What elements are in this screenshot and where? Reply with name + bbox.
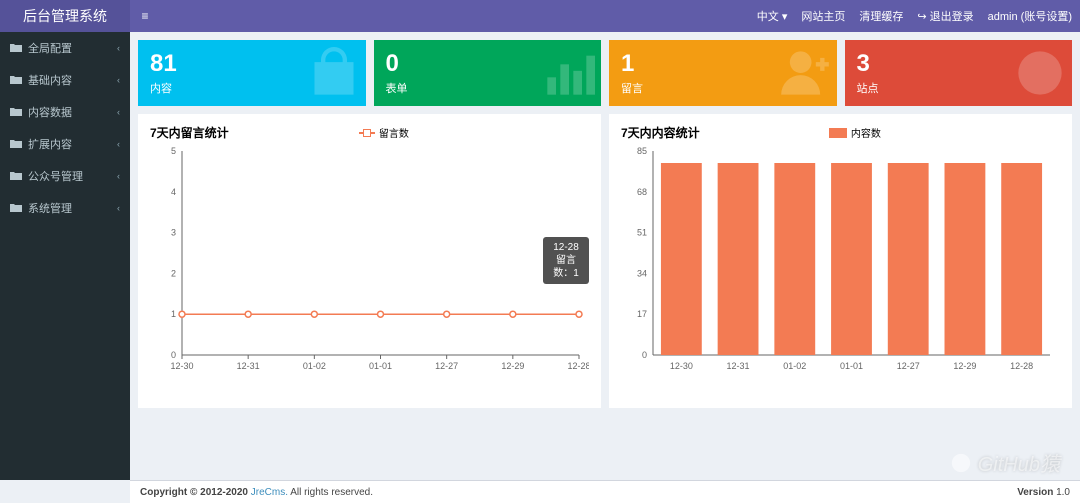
svg-text:5: 5 bbox=[171, 146, 176, 156]
sidebar-item-2[interactable]: 内容数据 ‹ bbox=[0, 96, 130, 128]
wechat-icon bbox=[950, 452, 972, 474]
stat-row: 81内容0表单1留言3站点 bbox=[138, 40, 1072, 106]
svg-text:1: 1 bbox=[171, 309, 176, 319]
folder-icon bbox=[10, 139, 22, 149]
clear-cache-link[interactable]: 清理缓存 bbox=[859, 8, 903, 24]
sidebar: 全局配置 ‹ 基础内容 ‹ 内容数据 ‹ 扩展内容 ‹ 公众号管理 ‹ 系统管理 ‹ bbox=[0, 32, 130, 480]
sidebar-label: 系统管理 bbox=[28, 200, 72, 216]
bag-icon bbox=[308, 47, 360, 99]
svg-text:12-29: 12-29 bbox=[953, 361, 976, 371]
account-link[interactable]: admin (账号设置) bbox=[988, 8, 1072, 24]
svg-text:12-30: 12-30 bbox=[670, 361, 693, 371]
bar-chart: 0 17 34 51 68 85 12-30 12-31 01-02 01-01 12-27 12-2… bbox=[621, 145, 1060, 375]
sidebar-item-3[interactable]: 扩展内容 ‹ bbox=[0, 128, 130, 160]
chevron-left-icon: ‹ bbox=[117, 75, 120, 85]
user-icon bbox=[779, 47, 831, 99]
sidebar-item-1[interactable]: 基础内容 ‹ bbox=[0, 64, 130, 96]
line-chart: 0 1 2 3 4 5 12-30 12-31 01-02 01-01 12-27 12-29 12-2… bbox=[150, 145, 589, 375]
chart-legend[interactable]: 留言数 bbox=[359, 125, 409, 140]
logout-link[interactable]: ↪ 退出登录 bbox=[917, 8, 973, 24]
sidebar-label: 扩展内容 bbox=[28, 136, 72, 152]
main-content: 81内容0表单1留言3站点 7天内留言统计 留言数 01234512-3012-… bbox=[130, 32, 1080, 480]
folder-icon bbox=[10, 75, 22, 85]
stat-card-0[interactable]: 81内容 bbox=[138, 40, 366, 106]
svg-text:3: 3 bbox=[171, 228, 176, 238]
stat-card-2[interactable]: 1留言 bbox=[609, 40, 837, 106]
stat-card-1[interactable]: 0表单 bbox=[374, 40, 602, 106]
sidebar-label: 内容数据 bbox=[28, 104, 72, 120]
copyright: Copyright © 2012-2020 JreCms. All rights… bbox=[140, 487, 373, 498]
sidebar-item-4[interactable]: 公众号管理 ‹ bbox=[0, 160, 130, 192]
chevron-left-icon: ‹ bbox=[117, 43, 120, 53]
folder-icon bbox=[10, 171, 22, 181]
chart-tooltip: 12-28留言数：1 bbox=[543, 237, 589, 284]
svg-text:01-02: 01-02 bbox=[783, 361, 806, 371]
svg-text:4: 4 bbox=[171, 187, 176, 197]
svg-text:2: 2 bbox=[171, 268, 176, 278]
pie-icon bbox=[1014, 47, 1066, 99]
top-header: 后台管理系统 ≡ 中文 ▾ 网站主页 清理缓存 ↪ 退出登录 admin (账号… bbox=[0, 0, 1080, 32]
svg-text:01-02: 01-02 bbox=[303, 361, 326, 371]
svg-text:12-28: 12-28 bbox=[567, 361, 589, 371]
home-link[interactable]: 网站主页 bbox=[801, 8, 845, 24]
sidebar-label: 基础内容 bbox=[28, 72, 72, 88]
bars-icon bbox=[543, 51, 595, 95]
chart-title: 7天内留言统计 bbox=[150, 124, 229, 141]
svg-text:01-01: 01-01 bbox=[369, 361, 392, 371]
svg-text:51: 51 bbox=[637, 228, 647, 238]
chevron-left-icon: ‹ bbox=[117, 139, 120, 149]
svg-text:12-31: 12-31 bbox=[727, 361, 750, 371]
sidebar-item-0[interactable]: 全局配置 ‹ bbox=[0, 32, 130, 64]
lang-select[interactable]: 中文 ▾ bbox=[757, 8, 788, 24]
svg-text:12-28: 12-28 bbox=[1010, 361, 1033, 371]
svg-text:12-30: 12-30 bbox=[170, 361, 193, 371]
sidebar-label: 全局配置 bbox=[28, 40, 72, 56]
legend-line-icon bbox=[359, 132, 375, 134]
svg-text:12-27: 12-27 bbox=[435, 361, 458, 371]
svg-text:68: 68 bbox=[637, 187, 647, 197]
chevron-left-icon: ‹ bbox=[117, 107, 120, 117]
svg-text:34: 34 bbox=[637, 268, 647, 278]
svg-text:01-01: 01-01 bbox=[840, 361, 863, 371]
svg-text:0: 0 bbox=[171, 350, 176, 360]
chart-row: 7天内留言统计 留言数 01234512-3012-3101-0201-0112… bbox=[138, 114, 1072, 408]
header-nav: 中文 ▾ 网站主页 清理缓存 ↪ 退出登录 admin (账号设置) bbox=[757, 8, 1072, 24]
chart-card-content: 7天内内容统计 内容数 0 17 34 51 68 85 12-30 12-31 01-02 01… bbox=[609, 114, 1072, 408]
svg-text:12-31: 12-31 bbox=[237, 361, 260, 371]
chevron-left-icon: ‹ bbox=[117, 203, 120, 213]
svg-text:12-29: 12-29 bbox=[501, 361, 524, 371]
svg-text:17: 17 bbox=[637, 309, 647, 319]
footer: Copyright © 2012-2020 JreCms. All rights… bbox=[130, 480, 1080, 503]
sidebar-label: 公众号管理 bbox=[28, 168, 83, 184]
menu-toggle-icon[interactable]: ≡ bbox=[130, 9, 160, 23]
app-logo: 后台管理系统 bbox=[0, 0, 130, 32]
stat-card-3[interactable]: 3站点 bbox=[845, 40, 1073, 106]
chevron-left-icon: ‹ bbox=[117, 171, 120, 181]
legend-swatch-icon bbox=[829, 128, 847, 138]
brand-link[interactable]: JreCms. bbox=[251, 487, 288, 498]
svg-text:85: 85 bbox=[637, 146, 647, 156]
chart-card-messages: 7天内留言统计 留言数 0 1 2 3 4 5 12-30 12-31 01-02 01-01 12… bbox=[138, 114, 601, 408]
chart-title: 7天内内容统计 bbox=[621, 124, 700, 141]
folder-icon bbox=[10, 43, 22, 53]
watermark: GitHub猿 bbox=[950, 448, 1060, 477]
chart-legend[interactable]: 内容数 bbox=[829, 125, 881, 140]
folder-icon bbox=[10, 203, 22, 213]
version: Version 1.0 bbox=[1017, 487, 1070, 498]
svg-text:0: 0 bbox=[642, 350, 647, 360]
folder-icon bbox=[10, 107, 22, 117]
svg-text:12-27: 12-27 bbox=[897, 361, 920, 371]
sidebar-item-5[interactable]: 系统管理 ‹ bbox=[0, 192, 130, 224]
